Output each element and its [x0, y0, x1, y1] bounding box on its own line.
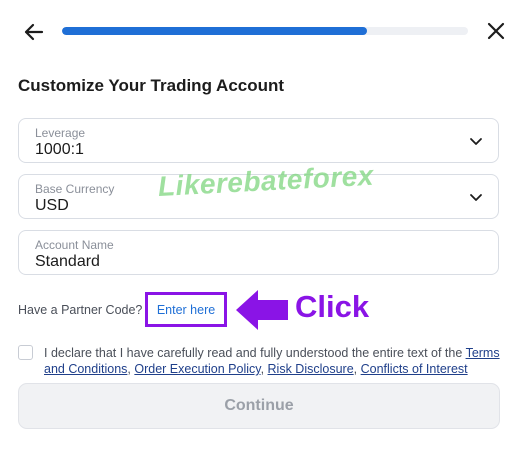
page-title: Customize Your Trading Account: [18, 76, 285, 95]
declaration-link-bonus-program-terms-and-conditions[interactable]: Bonus Program Terms and Conditions: [222, 378, 433, 379]
chevron-down-icon: [470, 138, 482, 145]
declaration-link-order-execution-policy[interactable]: Order Execution Policy: [134, 362, 260, 376]
arrow-left-annotation-icon: [236, 290, 288, 330]
click-annotation: Click: [295, 289, 370, 324]
leverage-value: 1000:1: [35, 141, 84, 158]
close-button[interactable]: [481, 16, 511, 46]
account-name-value: Standard: [35, 253, 100, 270]
base-currency-value: USD: [35, 197, 69, 214]
base-currency-label: Base Currency: [35, 182, 115, 196]
leverage-label: Leverage: [35, 126, 86, 140]
account-name-field[interactable]: Account Name Standard: [18, 230, 499, 275]
declaration-checkbox[interactable]: [18, 345, 33, 360]
close-icon: [487, 22, 505, 40]
account-name-label: Account Name: [35, 238, 114, 252]
enter-partner-code-link[interactable]: Enter here: [157, 303, 215, 317]
chevron-down-icon: [470, 194, 482, 201]
declaration-text: I declare that I have carefully read and…: [44, 345, 504, 379]
progress-bar: [62, 27, 468, 35]
partner-link-highlight: Enter here: [145, 292, 227, 327]
arrow-left-icon: [24, 23, 44, 41]
progress-bar-fill: [62, 27, 367, 35]
partner-code-prompt: Have a Partner Code?: [18, 303, 143, 317]
back-button[interactable]: [18, 16, 50, 48]
declaration-link-risk-disclosure[interactable]: Risk Disclosure: [268, 362, 354, 376]
continue-button[interactable]: Continue: [18, 383, 500, 429]
declaration-prefix: I declare that I have carefully read and…: [44, 346, 466, 360]
declaration-link-refer-a-friend-program[interactable]: Refer A Friend Program: [83, 378, 214, 379]
leverage-select[interactable]: Leverage 1000:1: [18, 118, 499, 163]
